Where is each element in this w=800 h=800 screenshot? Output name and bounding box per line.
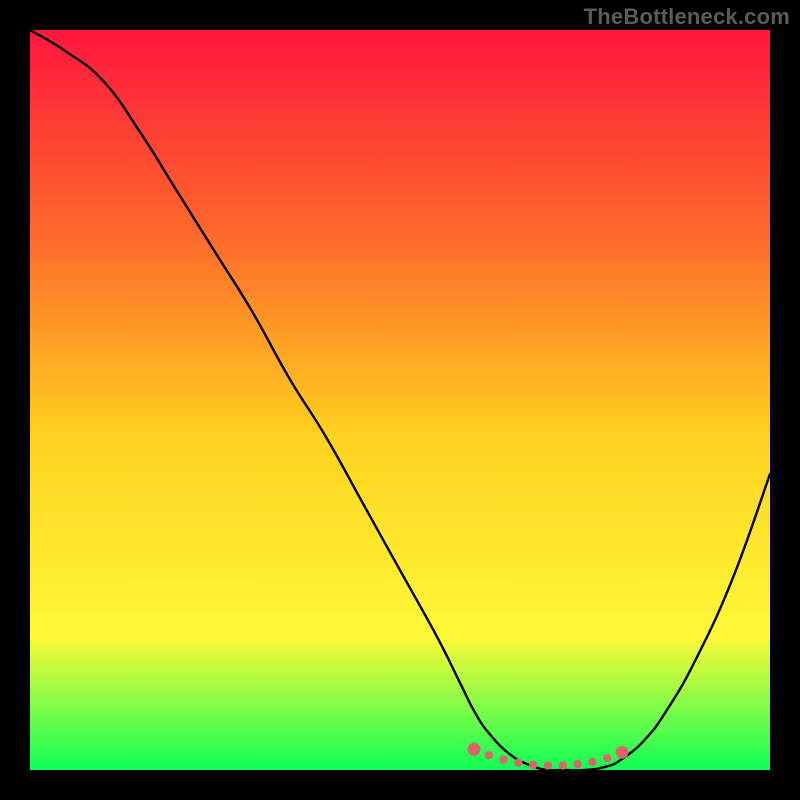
optimal-marker: [514, 758, 522, 766]
optimal-marker: [544, 761, 552, 769]
optimal-marker: [468, 743, 481, 756]
optimal-marker: [559, 761, 567, 769]
gradient-background: [30, 30, 770, 770]
optimal-marker: [603, 754, 611, 762]
optimal-marker: [616, 746, 629, 759]
optimal-marker: [573, 760, 581, 768]
optimal-marker: [529, 761, 537, 769]
optimal-marker: [485, 751, 493, 759]
chart-frame: TheBottleneck.com: [0, 0, 800, 800]
chart-svg: [30, 30, 770, 770]
watermark-text: TheBottleneck.com: [584, 4, 790, 30]
optimal-marker: [499, 755, 507, 763]
plot-area: [30, 30, 770, 770]
optimal-marker: [588, 758, 596, 766]
